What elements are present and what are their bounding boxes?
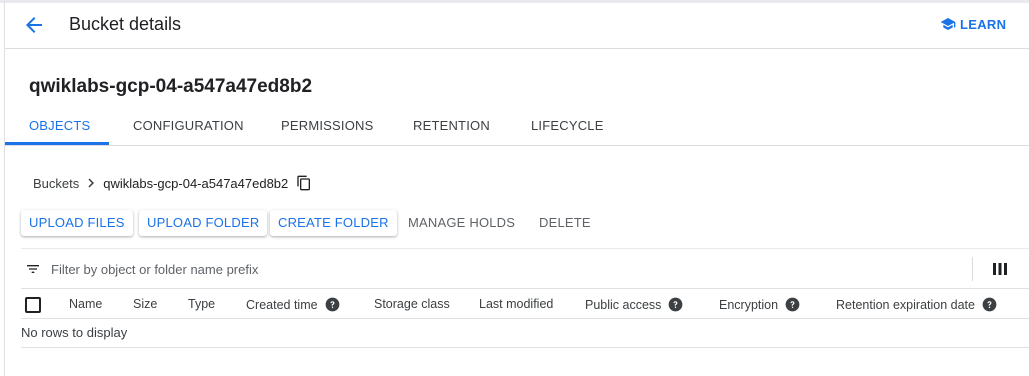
filter-divider	[972, 257, 973, 281]
delete-button[interactable]: DELETE	[531, 210, 599, 236]
column-label: Public access	[585, 297, 662, 312]
tab-permissions[interactable]: PERMISSIONS	[281, 107, 374, 145]
left-divider	[4, 0, 5, 376]
page-header: Bucket details LEARN	[5, 3, 1029, 49]
breadcrumb-current: qwiklabs-gcp-04-a547a47ed8b2	[103, 175, 289, 191]
column-label: Last modified	[479, 297, 554, 311]
column-label: Name	[69, 297, 103, 311]
create-folder-button[interactable]: CREATE FOLDER	[270, 210, 397, 236]
filter-bar	[21, 248, 1029, 289]
help-circle-icon[interactable]	[982, 297, 997, 312]
column-size[interactable]: Size	[133, 297, 157, 311]
objects-table-body: No rows to display	[21, 320, 1029, 348]
upload-folder-button[interactable]: UPLOAD FOLDER	[139, 210, 268, 236]
bucket-name-heading: qwiklabs-gcp-04-a547a47ed8b2	[29, 76, 313, 97]
column-label: Type	[188, 297, 216, 311]
learn-label: LEARN	[960, 16, 1007, 32]
column-display-icon[interactable]	[992, 261, 1008, 277]
upload-files-button[interactable]: UPLOAD FILES	[21, 210, 133, 236]
copy-icon[interactable]	[296, 175, 312, 191]
help-circle-icon[interactable]	[668, 297, 683, 312]
column-storage-class[interactable]: Storage class	[374, 297, 450, 311]
filter-list-icon	[27, 265, 39, 273]
manage-holds-button[interactable]: MANAGE HOLDS	[400, 210, 523, 236]
filter-input[interactable]	[51, 257, 951, 281]
tab-retention[interactable]: RETENTION	[413, 107, 490, 145]
column-name[interactable]: Name	[69, 297, 102, 311]
tab-objects[interactable]: OBJECTS	[29, 107, 90, 145]
column-label: Encryption	[719, 297, 779, 312]
column-retention-expiration[interactable]: Retention expiration date	[836, 297, 997, 312]
column-last-modified[interactable]: Last modified	[479, 297, 553, 311]
empty-state-message: No rows to display	[21, 325, 128, 340]
chevron-right-icon	[88, 178, 95, 188]
breadcrumb: Buckets qwiklabs-gcp-04-a547a47ed8b2	[33, 174, 312, 192]
page-title: Bucket details	[69, 14, 182, 34]
select-all-checkbox[interactable]	[25, 297, 41, 313]
school-icon	[940, 18, 956, 30]
column-label: Storage class	[374, 297, 450, 311]
column-label: Retention expiration date	[836, 297, 975, 312]
help-circle-icon[interactable]	[785, 297, 800, 312]
tab-bar: OBJECTS CONFIGURATION PERMISSIONS RETENT…	[5, 107, 1029, 146]
tab-lifecycle[interactable]: LIFECYCLE	[531, 107, 604, 145]
column-type[interactable]: Type	[188, 297, 215, 311]
breadcrumb-buckets-link[interactable]: Buckets	[33, 176, 79, 191]
back-button[interactable]	[22, 13, 46, 37]
help-circle-icon[interactable]	[325, 297, 340, 312]
active-tab-indicator	[5, 142, 109, 145]
column-public-access[interactable]: Public access	[585, 297, 683, 312]
column-label: Created time	[246, 297, 318, 312]
objects-table-header: Name Size Type Created time Storage clas…	[21, 290, 1029, 319]
column-encryption[interactable]: Encryption	[719, 297, 800, 312]
column-label: Size	[133, 297, 158, 311]
learn-button[interactable]: LEARN	[940, 14, 1006, 34]
tab-configuration[interactable]: CONFIGURATION	[133, 107, 244, 145]
column-created-time[interactable]: Created time	[246, 297, 340, 312]
bucket-details-page: Bucket details LEARN qwiklabs-gcp-04-a54…	[0, 0, 1029, 376]
arrow-back-icon	[26, 17, 42, 33]
